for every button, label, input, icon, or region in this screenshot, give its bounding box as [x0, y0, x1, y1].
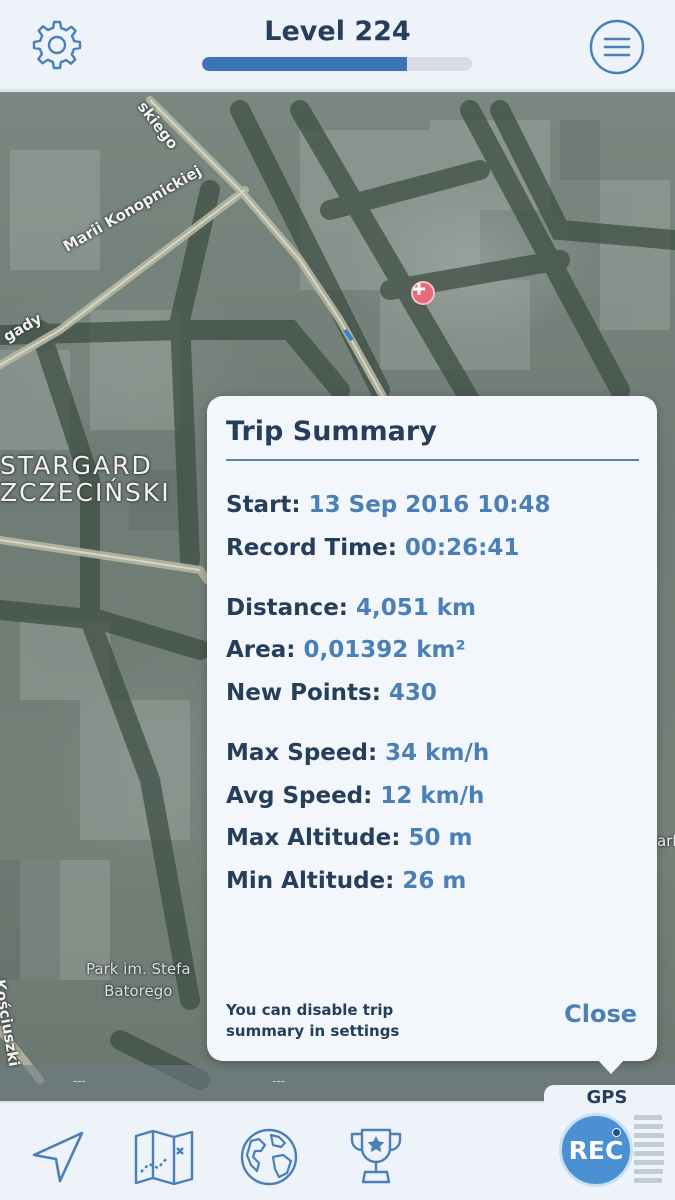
new-points-label: New Points:	[226, 680, 381, 706]
top-bar: Level 224	[0, 0, 675, 92]
level-progress-bar	[202, 57, 472, 71]
scale-mark-1: ---	[73, 1074, 86, 1088]
record-time-value: 00:26:41	[404, 535, 520, 561]
city-label: STARGARD ZCZECIŃSKI	[0, 452, 171, 506]
disable-summary-hint: You can disable trip summary in settings	[226, 1000, 456, 1042]
dialog-pointer	[596, 1058, 626, 1074]
min-altitude-value: 26 m	[402, 868, 467, 894]
max-altitude-value: 50 m	[408, 825, 473, 851]
trip-summary-dialog: Trip Summary Start: 13 Sep 2016 10:48 Rec…	[207, 396, 657, 1061]
min-altitude-row: Min Altitude: 26 m	[226, 868, 466, 894]
hospital-cross-icon[interactable]	[411, 281, 435, 305]
gps-signal-icon	[634, 1115, 664, 1183]
avg-speed-value: 12 km/h	[380, 783, 485, 809]
hint-line-2: summary in settings	[226, 1022, 400, 1040]
park-label: Park im. Stefa Batorego	[86, 958, 191, 1002]
max-altitude-row: Max Altitude: 50 m	[226, 825, 472, 851]
max-speed-value: 34 km/h	[385, 740, 490, 766]
scale-mark-2: ---	[272, 1074, 285, 1088]
distance-value: 4,051 km	[356, 595, 477, 621]
max-speed-label: Max Speed:	[226, 740, 378, 766]
new-points-row: New Points: 430	[226, 680, 437, 706]
distance-label: Distance:	[226, 595, 348, 621]
record-time-label: Record Time:	[226, 535, 397, 561]
record-time-row: Record Time: 00:26:41	[226, 535, 519, 561]
avg-speed-row: Avg Speed: 12 km/h	[226, 783, 484, 809]
hamburger-menu-icon	[589, 19, 645, 75]
nav-button-location[interactable]	[26, 1125, 90, 1189]
start-label: Start:	[226, 492, 301, 518]
nav-button-globe[interactable]	[237, 1125, 301, 1189]
record-button[interactable]: REC	[559, 1113, 633, 1187]
nav-button-achievements[interactable]	[344, 1125, 408, 1189]
city-label-line2: ZCZECIŃSKI	[0, 478, 171, 507]
hint-line-1: You can disable trip	[226, 1001, 394, 1019]
nav-button-map[interactable]	[132, 1125, 196, 1189]
area-label: Area:	[226, 637, 296, 663]
max-altitude-label: Max Altitude:	[226, 825, 401, 851]
start-row: Start: 13 Sep 2016 10:48	[226, 492, 551, 518]
distance-row: Distance: 4,051 km	[226, 595, 476, 621]
area-row: Area: 0,01392 km²	[226, 637, 466, 663]
gps-label: GPS	[586, 1087, 628, 1108]
dialog-title: Trip Summary	[226, 416, 437, 447]
max-speed-row: Max Speed: 34 km/h	[226, 740, 489, 766]
close-button[interactable]: Close	[564, 1000, 637, 1028]
globe-icon	[240, 1128, 298, 1186]
level-title: Level 224	[264, 16, 411, 47]
min-altitude-label: Min Altitude:	[226, 868, 395, 894]
recording-indicator-dot	[612, 1128, 621, 1137]
park-label-line2: Batorego	[104, 982, 173, 1000]
map-icon	[134, 1129, 194, 1186]
level-progress-fill	[202, 57, 408, 71]
title-divider	[226, 459, 639, 461]
navigation-arrow-icon	[32, 1131, 84, 1183]
menu-button[interactable]	[588, 18, 646, 76]
trophy-icon	[350, 1128, 402, 1184]
start-value: 13 Sep 2016 10:48	[308, 492, 551, 518]
park-label-line1: Park im. Stefa	[86, 960, 191, 978]
area-value: 0,01392 km²	[303, 637, 466, 663]
gps-panel: GPS REC	[544, 1085, 675, 1200]
edge-label: ark	[657, 832, 675, 850]
avg-speed-label: Avg Speed:	[226, 783, 373, 809]
city-label-line1: STARGARD	[0, 451, 153, 480]
rec-label: REC	[568, 1135, 624, 1165]
new-points-value: 430	[388, 680, 437, 706]
